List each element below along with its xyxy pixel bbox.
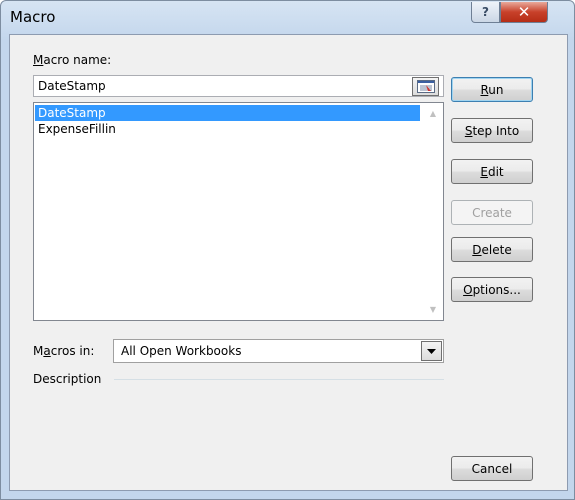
cancel-button-label: Cancel [471,461,513,476]
scroll-up-arrow-icon[interactable]: ▲ [423,105,443,122]
close-icon: ✕ [517,3,531,21]
cancel-button[interactable]: Cancel [451,456,533,481]
macro-name-label: Macro name: [33,53,112,67]
options-button-label: Options... [463,282,521,297]
create-button-label: Create [472,205,512,220]
scroll-down-arrow-icon[interactable]: ▼ [423,301,443,318]
macro-name-input[interactable] [34,76,394,96]
collapse-dialog-button[interactable] [412,77,439,96]
help-button[interactable]: ? [471,2,500,23]
delete-button[interactable]: Delete [451,237,533,262]
description-label: Description [33,372,102,386]
list-item-datestamp[interactable]: DateStamp [35,105,420,121]
macro-name-field[interactable] [33,75,444,97]
macros-in-label: Macros in: [33,344,95,358]
run-button-label: Run [480,82,504,97]
chevron-down-icon [427,348,436,354]
delete-button-label: Delete [472,242,512,257]
run-button[interactable]: Run [451,77,533,102]
macros-in-dropdown[interactable]: All Open Workbooks [113,339,444,363]
title-bar[interactable]: Macro ? ✕ [1,1,574,34]
edit-button[interactable]: Edit [451,159,533,184]
collapse-dialog-icon [416,80,435,93]
dialog-title: Macro [10,8,56,26]
macros-in-value: All Open Workbooks [121,344,242,358]
step-into-button-label: Step Into [464,123,520,138]
description-divider [114,379,444,380]
step-into-button[interactable]: Step Into [451,118,533,143]
options-button[interactable]: Options... [451,277,533,302]
list-item-expensefillin[interactable]: ExpenseFillin [35,121,420,137]
dialog-body: Macro name: DateStamp ExpenseFillin ▲ ▼ [9,34,568,491]
macro-dialog: Macro ? ✕ Macro name: DateStamp DateStam… [0,0,575,500]
help-icon: ? [482,5,489,19]
list-scrollbar[interactable]: ▲ ▼ [423,103,443,320]
dropdown-button[interactable] [421,341,442,361]
edit-button-label: Edit [480,164,504,179]
macro-list[interactable]: DateStamp ExpenseFillin ▲ ▼ [33,102,444,321]
create-button: Create [451,200,533,225]
close-button[interactable]: ✕ [500,2,548,23]
